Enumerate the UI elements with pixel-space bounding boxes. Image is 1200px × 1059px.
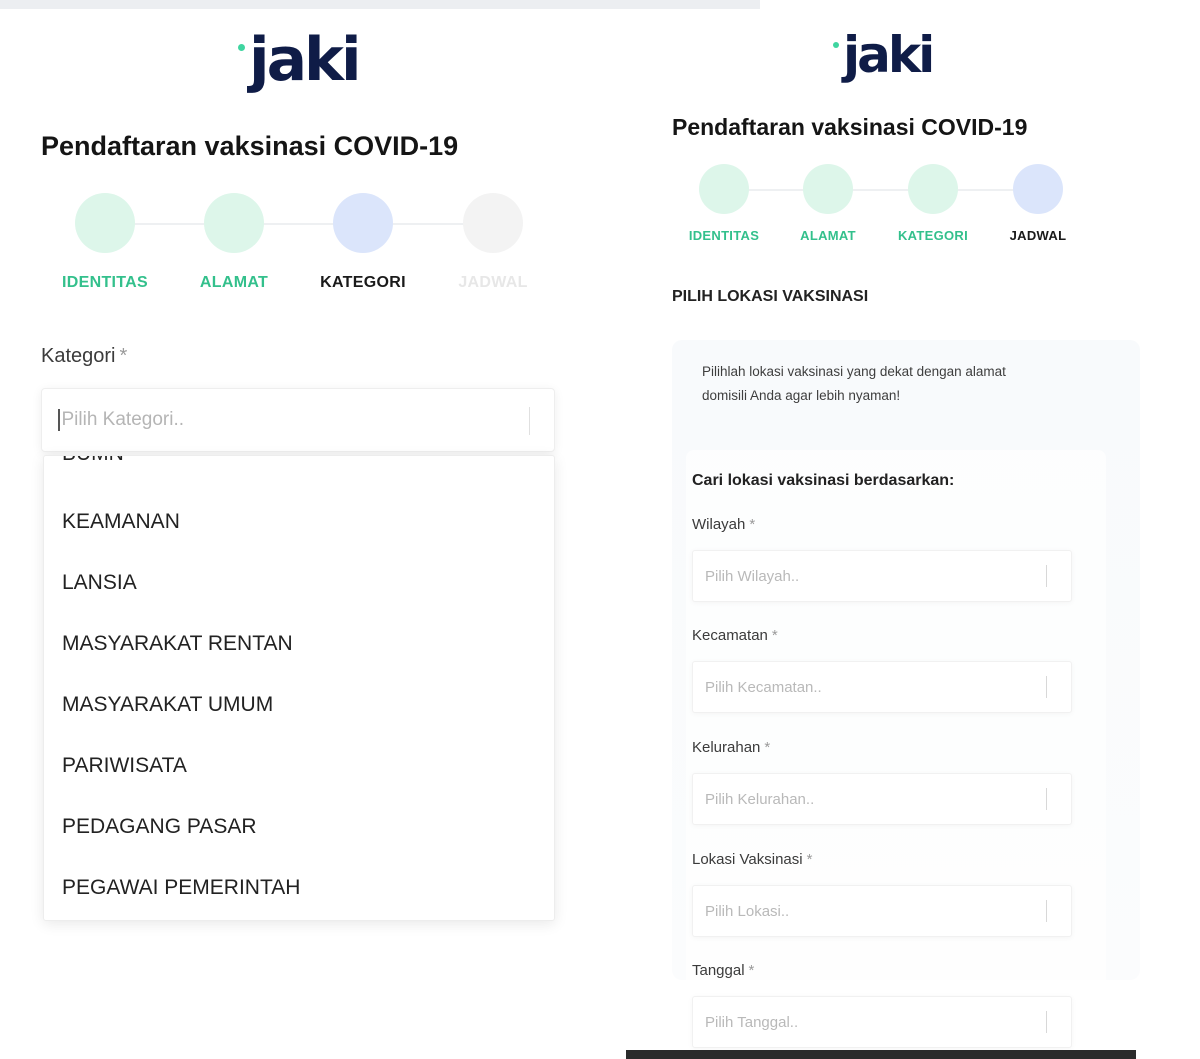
kategori-placeholder: Pilih Kategori.. xyxy=(61,409,185,430)
required-marker: * xyxy=(748,962,755,979)
search-form: Cari lokasi vaksinasi berdasarkan: Wilay… xyxy=(686,450,1106,1059)
kategori-label-text: Kategori xyxy=(41,345,116,367)
kelurahan-label-text: Kelurahan xyxy=(692,739,761,756)
kecamatan-placeholder: Pilih Kecamatan.. xyxy=(705,678,822,696)
required-marker: * xyxy=(806,851,813,868)
jaki-logo: jaki xyxy=(238,25,362,95)
tanggal-label-text: Tanggal xyxy=(692,962,745,979)
kategori-field-label: Kategori * xyxy=(41,345,127,368)
kecamatan-label: Kecamatan * xyxy=(692,627,778,644)
wilayah-placeholder: Pilih Wilayah.. xyxy=(705,567,800,585)
kategori-options: KEAMANAN LANSIA MASYARAKAT RENTAN MASYAR… xyxy=(44,491,554,918)
required-marker: * xyxy=(119,345,128,367)
logo-text: jaki xyxy=(249,25,362,95)
step-label: JADWAL xyxy=(458,274,528,291)
select-divider xyxy=(1046,565,1047,587)
tanggal-select[interactable]: Pilih Tanggal.. xyxy=(692,996,1072,1048)
page-title: Pendaftaran vaksinasi COVID-19 xyxy=(672,114,1028,140)
lokasi-placeholder: Pilih Lokasi.. xyxy=(705,902,790,920)
kecamatan-label-text: Kecamatan xyxy=(692,627,768,644)
lokasi-vaksinasi-label: Lokasi Vaksinasi * xyxy=(692,851,812,868)
step-label: IDENTITAS xyxy=(688,228,760,243)
top-divider xyxy=(600,0,760,9)
required-marker: * xyxy=(771,627,778,644)
logo-text: jaki xyxy=(843,26,935,84)
menu-item-lansia[interactable]: LANSIA xyxy=(44,552,554,613)
step-label: KATEGORI xyxy=(320,274,406,291)
step-circle xyxy=(333,193,393,253)
required-marker: * xyxy=(764,739,771,756)
step-label: KATEGORI xyxy=(897,228,969,243)
step-circle xyxy=(908,164,958,214)
menu-item-partial[interactable]: BUMN xyxy=(62,456,124,466)
required-marker: * xyxy=(749,516,756,533)
registration-stepper: IDENTITAS ALAMAT KATEGORI JADWAL xyxy=(30,190,560,300)
kategori-screen: jaki Pendaftaran vaksinasi COVID-19 IDEN… xyxy=(0,0,600,1059)
select-divider xyxy=(529,407,530,435)
select-divider xyxy=(1046,1011,1047,1033)
step-label: JADWAL xyxy=(1009,228,1067,243)
kelurahan-select[interactable]: Pilih Kelurahan.. xyxy=(692,773,1072,825)
menu-item-keamanan[interactable]: KEAMANAN xyxy=(44,491,554,552)
select-divider xyxy=(1046,900,1047,922)
step-circle xyxy=(204,193,264,253)
step-label: IDENTITAS xyxy=(62,274,148,291)
section-title: PILIH LOKASI VAKSINASI xyxy=(672,288,869,305)
search-heading: Cari lokasi vaksinasi berdasarkan: xyxy=(692,472,955,489)
step-circle xyxy=(75,193,135,253)
lokasi-vaksinasi-select[interactable]: Pilih Lokasi.. xyxy=(692,885,1072,937)
kelurahan-label: Kelurahan * xyxy=(692,739,770,756)
tanggal-label: Tanggal * xyxy=(692,962,754,979)
select-divider xyxy=(1046,676,1047,698)
step-circle xyxy=(803,164,853,214)
step-kategori: KATEGORI xyxy=(288,190,438,292)
location-card: Pilihlah lokasi vaksinasi yang dekat den… xyxy=(672,340,1140,1059)
menu-item-masyarakat-rentan[interactable]: MASYARAKAT RENTAN xyxy=(44,613,554,674)
lokasi-label-text: Lokasi Vaksinasi xyxy=(692,851,803,868)
kelurahan-placeholder: Pilih Kelurahan.. xyxy=(705,790,815,808)
jaki-logo: jaki xyxy=(833,26,935,84)
location-hint: Pilihlah lokasi vaksinasi yang dekat den… xyxy=(702,364,1006,403)
text-cursor xyxy=(58,409,60,431)
step-alamat: ALAMAT xyxy=(768,160,888,243)
step-label: ALAMAT xyxy=(199,274,269,291)
wilayah-label-text: Wilayah xyxy=(692,516,746,533)
top-divider xyxy=(0,0,600,9)
step-jadwal: JADWAL xyxy=(978,160,1098,243)
step-circle xyxy=(699,164,749,214)
menu-item-pariwisata[interactable]: PARIWISATA xyxy=(44,735,554,796)
step-jadwal: JADWAL xyxy=(418,190,568,292)
logo-dot-icon xyxy=(833,42,839,48)
step-circle xyxy=(463,193,523,253)
menu-item-pedagang-pasar[interactable]: PEDAGANG PASAR xyxy=(44,796,554,857)
tanggal-placeholder: Pilih Tanggal.. xyxy=(705,1013,799,1031)
kategori-dropdown-menu[interactable]: BUMN KEAMANAN LANSIA MASYARAKAT RENTAN M… xyxy=(43,455,555,921)
step-kategori: KATEGORI xyxy=(873,160,993,243)
kecamatan-select[interactable]: Pilih Kecamatan.. xyxy=(692,661,1072,713)
step-label: ALAMAT xyxy=(800,228,856,243)
step-circle xyxy=(1013,164,1063,214)
wilayah-label: Wilayah * xyxy=(692,516,755,533)
jadwal-screen: jaki Pendaftaran vaksinasi COVID-19 IDEN… xyxy=(600,0,1200,1059)
wilayah-select[interactable]: Pilih Wilayah.. xyxy=(692,550,1072,602)
page-title: Pendaftaran vaksinasi COVID-19 xyxy=(41,131,459,161)
menu-item-masyarakat-umum[interactable]: MASYARAKAT UMUM xyxy=(44,674,554,735)
registration-stepper: IDENTITAS ALAMAT KATEGORI JADWAL xyxy=(670,160,1090,250)
bottom-action-bar[interactable] xyxy=(626,1050,1136,1059)
step-identitas: IDENTITAS xyxy=(664,160,784,243)
select-divider xyxy=(1046,788,1047,810)
step-identitas: IDENTITAS xyxy=(30,190,180,292)
kategori-select[interactable]: Pilih Kategori.. xyxy=(41,388,555,452)
step-alamat: ALAMAT xyxy=(159,190,309,292)
menu-item-pegawai-pemerintah[interactable]: PEGAWAI PEMERINTAH xyxy=(44,857,554,918)
logo-dot-icon xyxy=(238,44,245,51)
